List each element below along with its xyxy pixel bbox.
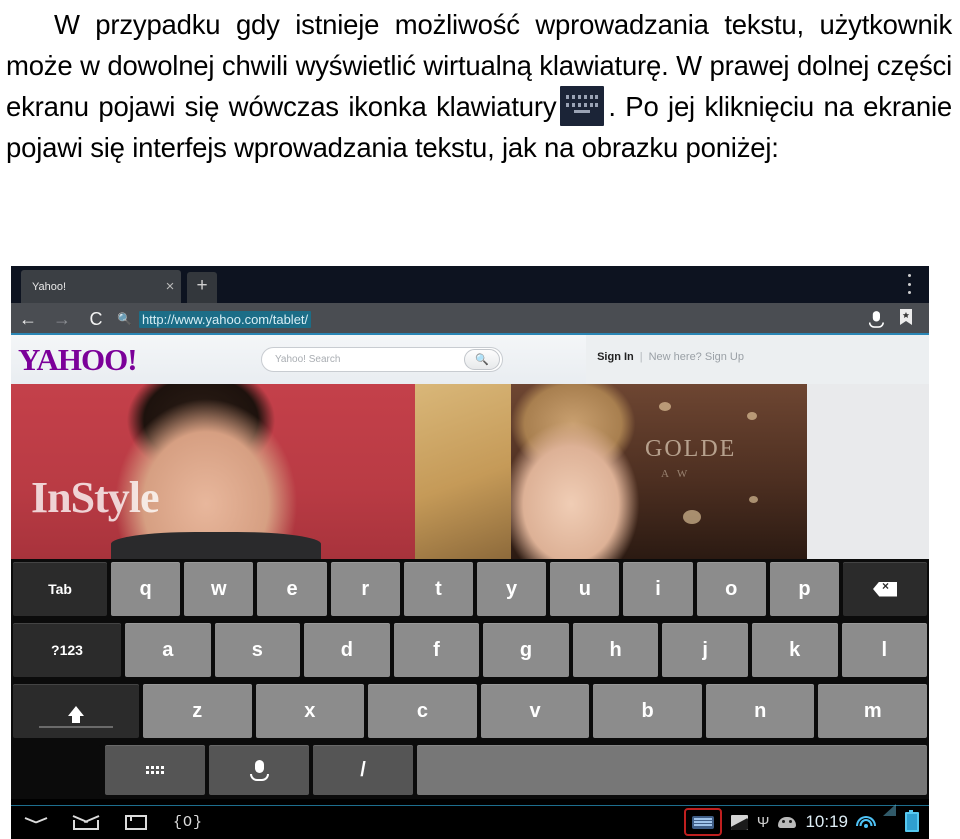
clock: 10:19 (805, 812, 848, 831)
key-v[interactable]: v (480, 684, 590, 738)
tablet-screenshot: Yahoo! × + ← → C 🔍 http://www.yahoo.com/… (11, 266, 929, 839)
mic-icon[interactable] (861, 309, 891, 330)
reload-button[interactable]: C (79, 303, 113, 335)
home-icon[interactable] (73, 814, 99, 830)
separator: | (639, 351, 643, 363)
key-n[interactable]: n (705, 684, 815, 738)
key-x[interactable]: x (255, 684, 365, 738)
yahoo-account-links: Sign In | New here? Sign Up (597, 351, 744, 363)
sign-in-link[interactable]: Sign In (597, 351, 634, 363)
onscreen-keyboard: Tab q w e r t y u i o p ?123 a s d f g h… (11, 559, 929, 799)
key-a[interactable]: a (125, 623, 211, 677)
key-switch-keyboard[interactable] (105, 745, 205, 795)
yahoo-search-placeholder: Yahoo! Search (275, 354, 341, 365)
photo-subject-shirt (111, 532, 321, 559)
key-f[interactable]: f (393, 623, 480, 677)
photo-instyle-text: InStyle (31, 473, 159, 522)
key-g[interactable]: g (483, 623, 569, 677)
keyboard-row4-spacer (13, 745, 101, 795)
key-p[interactable]: p (769, 562, 840, 616)
key-b[interactable]: b (593, 684, 702, 738)
usb-icon: Ψ (756, 813, 770, 831)
mic-icon (249, 759, 269, 781)
browser-tab-strip: Yahoo! × + (11, 266, 929, 303)
browser-tab[interactable]: Yahoo! × (21, 270, 181, 303)
keyboard-row-3: z x c v b n m (11, 681, 929, 741)
android-icon (778, 816, 797, 828)
key-s[interactable]: s (214, 623, 301, 677)
paragraph: W przypadku gdy istnieje możliwość wprow… (0, 0, 960, 168)
back-button[interactable]: ← (11, 303, 45, 335)
photo-instyle[interactable]: InStyle (11, 384, 511, 559)
key-d[interactable]: d (304, 623, 390, 677)
key-c[interactable]: c (368, 684, 477, 738)
key-q[interactable]: q (111, 562, 181, 616)
key-symbols[interactable]: ?123 (13, 623, 121, 677)
key-u[interactable]: u (550, 562, 620, 616)
keyboard-row-1: Tab q w e r t y u i o p (11, 559, 929, 619)
yahoo-search-button[interactable]: 🔍 (464, 349, 500, 370)
key-h[interactable]: h (572, 623, 659, 677)
system-nav-buttons: {O} (25, 805, 203, 839)
key-m[interactable]: m (818, 684, 928, 738)
photo-strip-blank (807, 384, 929, 559)
sign-up-link[interactable]: New here? Sign Up (649, 351, 744, 363)
yahoo-photo-strip: InStyle GOLDE A W (11, 384, 929, 559)
photo-secondary-subject (415, 384, 511, 559)
new-tab-button[interactable]: + (187, 272, 217, 303)
signal-icon (883, 804, 896, 828)
yahoo-page-header: YAHOO! Yahoo! Search 🔍 Sign In | New her… (11, 335, 929, 385)
bookmark-icon[interactable] (891, 309, 921, 329)
photo-light-spot (659, 402, 671, 411)
browser-toolbar-actions (861, 309, 929, 330)
document-text-block: W przypadku gdy istnieje możliwość wprow… (0, 0, 960, 262)
omnibox-url[interactable]: http://www.yahoo.com/tablet/ (138, 310, 312, 328)
photo-golden-globes[interactable]: GOLDE A W (511, 384, 807, 559)
key-backspace[interactable] (843, 562, 928, 616)
keyboard-row-4: / (11, 742, 929, 798)
tray-screenshot-icon[interactable] (730, 814, 748, 830)
key-o[interactable]: o (696, 562, 766, 616)
photo-awards-text: A W (661, 468, 691, 480)
key-z[interactable]: z (143, 684, 252, 738)
key-voice-input[interactable] (209, 745, 309, 795)
key-r[interactable]: r (330, 562, 400, 616)
key-w[interactable]: w (184, 562, 254, 616)
browser-tab-title: Yahoo! (32, 280, 67, 293)
close-icon[interactable]: × (159, 279, 181, 294)
key-e[interactable]: e (257, 562, 327, 616)
key-j[interactable]: j (662, 623, 748, 677)
tray-keyboard-icon[interactable] (683, 808, 722, 836)
forward-button[interactable]: → (45, 303, 79, 335)
yahoo-search-box[interactable]: Yahoo! Search 🔍 (261, 347, 503, 372)
photo-golden-text: GOLDE (645, 436, 737, 462)
key-i[interactable]: i (623, 562, 693, 616)
key-tab[interactable]: Tab (13, 562, 107, 616)
key-k[interactable]: k (751, 623, 838, 677)
screenshot-brackets-icon[interactable]: {O} (173, 814, 203, 831)
battery-icon (905, 810, 919, 832)
keyboard-icon (560, 86, 605, 126)
key-y[interactable]: y (477, 562, 547, 616)
key-space[interactable] (417, 745, 927, 795)
system-bar: {O} Ψ 10:19 (11, 804, 929, 839)
search-icon: 🔍 (117, 312, 132, 326)
overflow-menu-icon[interactable] (901, 274, 917, 294)
key-l[interactable]: l (841, 623, 928, 677)
wifi-icon (855, 816, 876, 828)
keyboard-row-2: ?123 a s d f g h j k l (11, 620, 929, 680)
chevron-down-icon[interactable] (25, 817, 47, 827)
key-t[interactable]: t (403, 562, 474, 616)
photo-light-spot (749, 496, 758, 503)
key-slash[interactable]: / (313, 745, 413, 795)
omnibox[interactable]: 🔍 http://www.yahoo.com/tablet/ (113, 303, 861, 335)
key-shift[interactable] (13, 684, 139, 738)
system-status-tray: Ψ 10:19 (683, 804, 919, 839)
yahoo-logo[interactable]: YAHOO! (18, 342, 138, 378)
browser-toolbar: ← → C 🔍 http://www.yahoo.com/tablet/ (11, 303, 929, 335)
keyboard-switch-icon (146, 766, 164, 774)
photo-light-spot (683, 510, 701, 524)
recents-icon[interactable] (125, 814, 147, 830)
photo-light-spot (747, 412, 757, 420)
